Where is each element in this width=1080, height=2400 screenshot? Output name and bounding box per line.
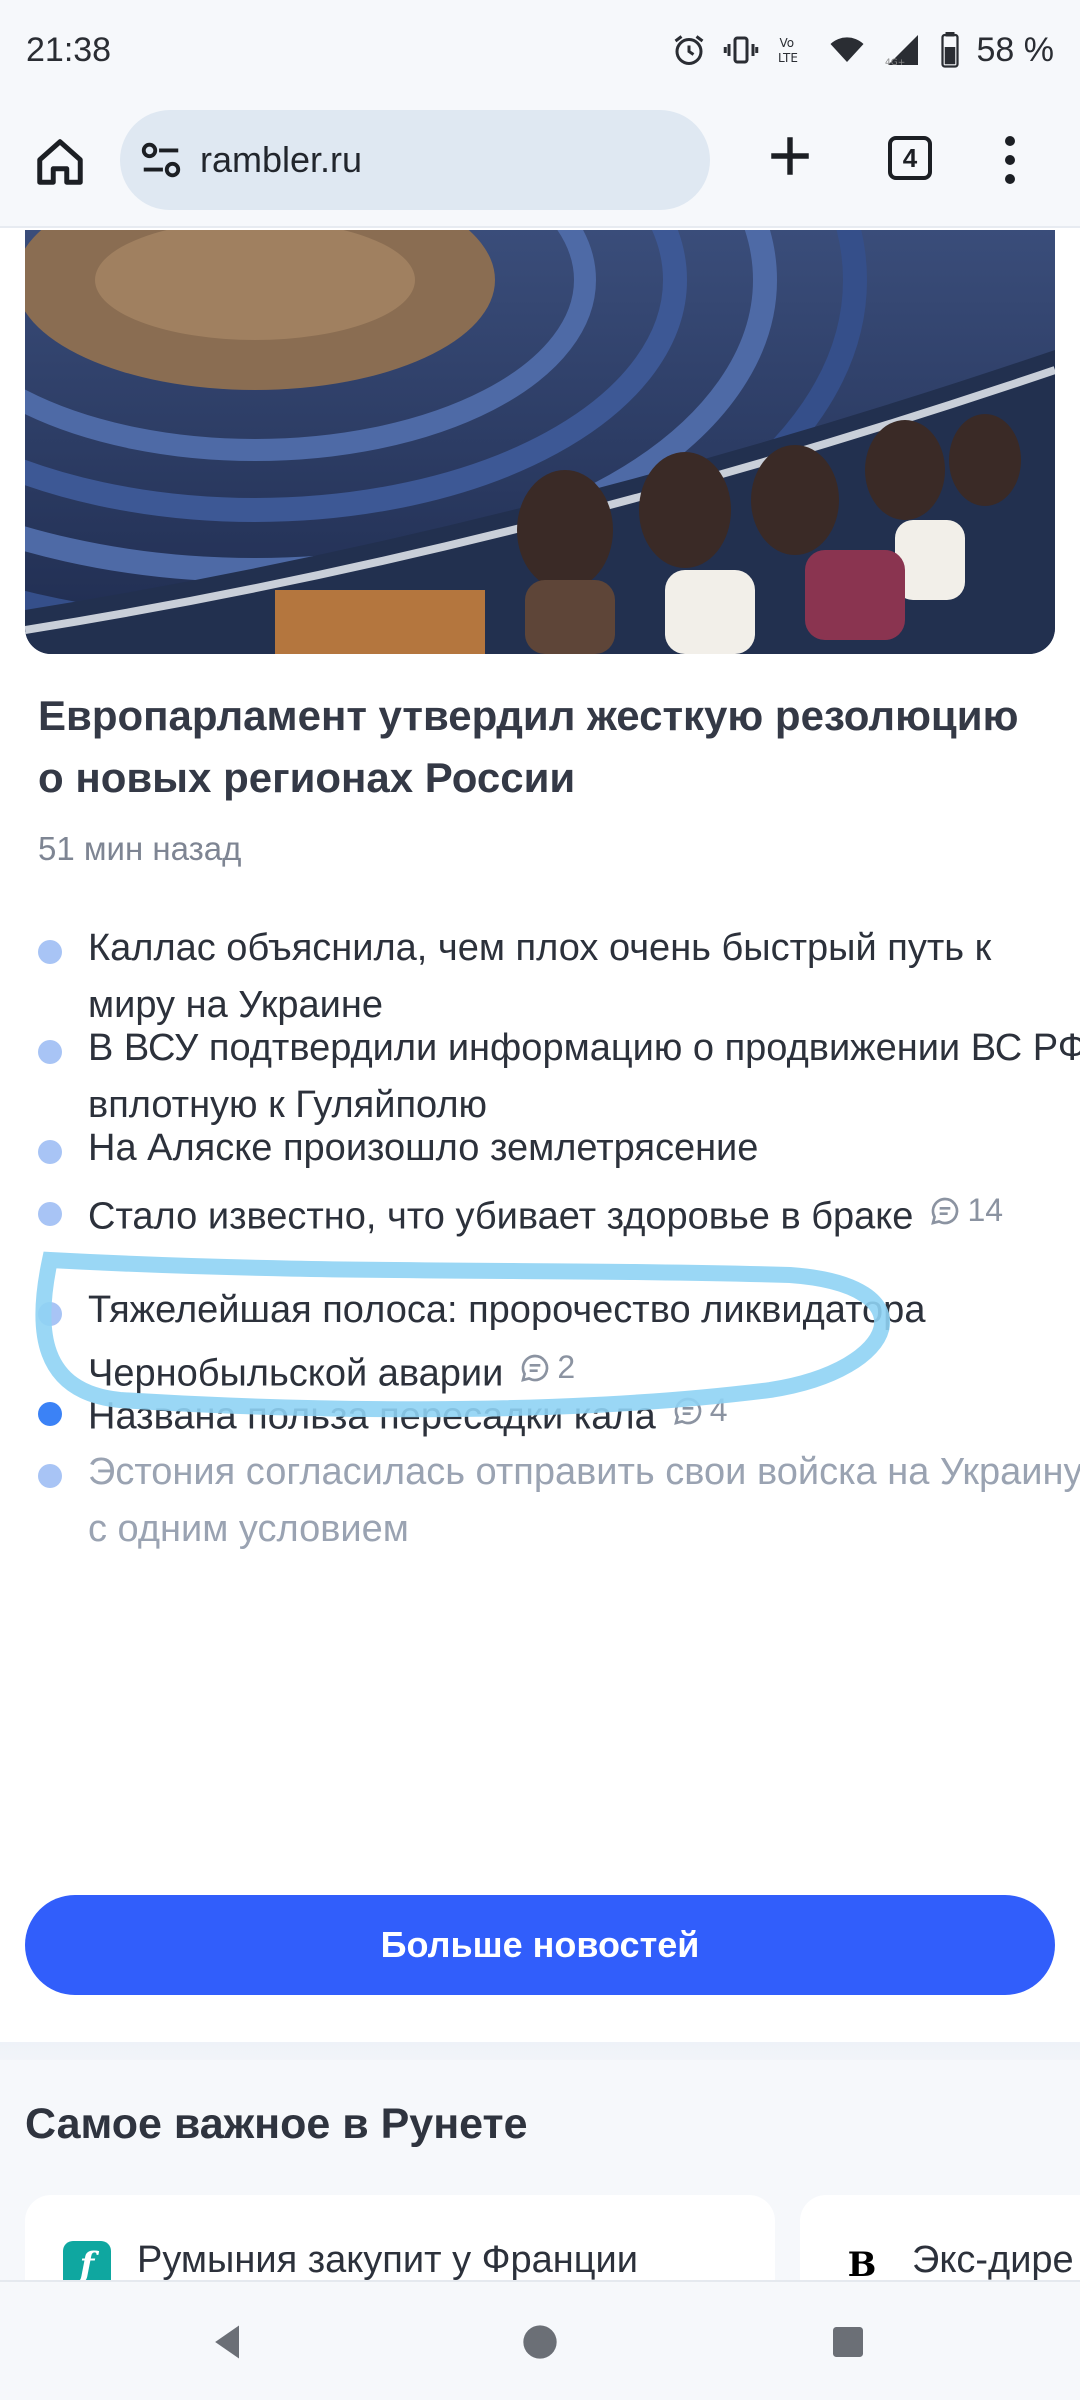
comment-count[interactable]: 14 <box>929 1182 1003 1239</box>
article-timestamp: 51 мин назад <box>38 830 242 867</box>
more-news-button[interactable]: Больше новостей <box>25 1895 1055 1995</box>
new-tab-button[interactable] <box>758 124 822 188</box>
back-button[interactable] <box>198 2312 258 2372</box>
section-title: Самое важное в Рунете <box>25 2100 528 2148</box>
recents-icon <box>833 2327 863 2357</box>
parliament-photo <box>25 230 1055 654</box>
news-title[interactable]: На Аляске произошло землетрясение <box>88 1127 758 1169</box>
card-title[interactable]: Экс-дире <box>912 2239 1074 2280</box>
news-title[interactable]: Тяжелейшая полоса: пророчество ликвидато… <box>88 1289 925 1395</box>
browser-toolbar: rambler.ru 4 <box>0 100 1080 228</box>
plus-icon <box>771 137 809 175</box>
svg-text:LTE: LTE <box>778 51 798 65</box>
dot-icon <box>1005 136 1015 146</box>
bullet-icon <box>38 1464 62 1488</box>
vibrate-icon <box>723 36 758 64</box>
home-nav-button[interactable] <box>510 2312 570 2372</box>
home-icon <box>37 139 83 185</box>
site-settings-icon[interactable] <box>138 137 184 183</box>
status-time: 21:38 <box>26 30 112 69</box>
bullet-icon <box>38 940 62 964</box>
bullet-icon <box>38 1040 62 1064</box>
news-title[interactable]: Каллас объяснила, чем плох очень быстрый… <box>88 927 991 1026</box>
source-logo: f <box>63 2241 111 2280</box>
news-title[interactable]: В ВСУ подтвердили информацию о продвижен… <box>88 1027 1080 1126</box>
battery-percent: 58 % <box>976 30 1055 69</box>
bullet-icon <box>38 1140 62 1164</box>
recents-button[interactable] <box>818 2312 878 2372</box>
status-icons: Vo LTE 4G+ 58 % <box>671 30 1055 70</box>
address-bar[interactable]: rambler.ru <box>120 110 710 210</box>
home-button[interactable] <box>28 130 92 194</box>
wifi-icon <box>830 37 863 62</box>
comment-icon <box>521 1354 549 1382</box>
battery-icon <box>940 32 959 68</box>
signal-icon: 4G+ <box>885 35 918 68</box>
card-title[interactable]: Румыния закупит у Франции <box>137 2239 638 2280</box>
more-options-button[interactable] <box>990 124 1030 196</box>
dot-icon <box>1005 174 1015 184</box>
back-icon <box>215 2325 239 2359</box>
alarm-icon <box>674 35 703 65</box>
tab-count: 4 <box>888 136 932 180</box>
home-circle-icon <box>523 2325 557 2359</box>
bullet-icon <box>38 1202 62 1226</box>
bullet-icon <box>38 1302 62 1326</box>
article-headline[interactable]: Европарламент утвердил жесткую резолюцию… <box>38 685 1038 809</box>
comment-icon <box>931 1197 959 1225</box>
page-content: Европарламент утвердил жесткую резолюцию… <box>0 230 1080 2280</box>
status-bar: 21:38 Vo LTE 4G+ 58 % <box>0 0 1080 100</box>
svg-text:Vo: Vo <box>779 36 794 50</box>
news-title[interactable]: Эстония согласилась отправить свои войск… <box>88 1451 1080 1550</box>
news-title[interactable]: Названа польза пересадки кала <box>88 1396 656 1438</box>
news-card[interactable]: В Экс-дире <box>800 2195 1080 2280</box>
svg-text:4G+: 4G+ <box>885 58 905 68</box>
bullet-icon <box>38 1402 62 1426</box>
news-title[interactable]: Стало известно, что убивает здоровье в б… <box>88 1196 913 1238</box>
comment-icon <box>673 1397 702 1425</box>
system-nav-bar <box>0 2280 1080 2400</box>
source-logo: В <box>838 2241 886 2280</box>
url-text: rambler.ru <box>200 139 363 180</box>
news-card[interactable]: f Румыния закупит у Франции <box>25 2195 775 2280</box>
volte-icon: VoLTE <box>778 36 798 65</box>
tab-switcher-button[interactable]: 4 <box>880 128 940 188</box>
article-image[interactable] <box>25 230 1055 654</box>
dot-icon <box>1005 155 1015 165</box>
comment-count[interactable]: 4 <box>672 1382 728 1439</box>
